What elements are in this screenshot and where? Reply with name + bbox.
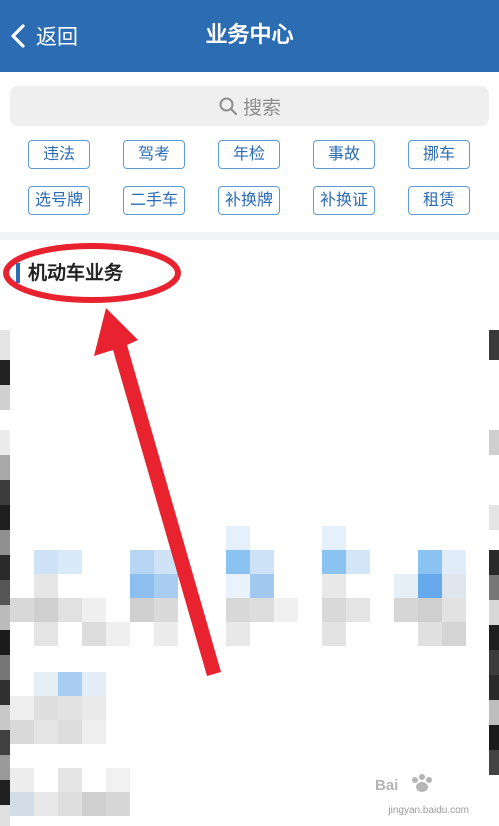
back-button[interactable]: 返回: [8, 20, 78, 52]
chevron-left-icon: [11, 24, 25, 48]
tag-rental[interactable]: 租赁: [408, 186, 470, 215]
search-panel: 搜索 违法 驾考 年检 事故 挪车 选号牌 二手车 补换牌 补换证 租赁: [0, 72, 499, 234]
section-divider: [0, 232, 499, 240]
svg-text:Bai: Bai: [375, 777, 398, 794]
section-title[interactable]: 机动车业务: [28, 258, 123, 288]
tag-replace-plate[interactable]: 补换牌: [218, 186, 280, 215]
tag-violation[interactable]: 违法: [28, 140, 90, 169]
back-label: 返回: [36, 25, 78, 49]
tag-move-car[interactable]: 挪车: [408, 140, 470, 169]
app-header: 返回 业务中心: [0, 0, 499, 72]
tag-used-car[interactable]: 二手车: [123, 186, 185, 215]
page-title: 业务中心: [205, 23, 294, 48]
search-input[interactable]: 搜索: [10, 86, 489, 126]
search-placeholder: 搜索: [242, 96, 281, 119]
blurred-content-area: [0, 300, 499, 826]
tag-replace-license[interactable]: 补换证: [313, 186, 375, 215]
tag-driving-test[interactable]: 驾考: [123, 140, 185, 169]
search-icon: [219, 97, 238, 116]
watermark-url: jingyan.baidu.com: [388, 805, 469, 816]
tag-annual-inspection[interactable]: 年检: [218, 140, 280, 169]
section-accent-bar: [16, 263, 20, 283]
tag-select-plate[interactable]: 选号牌: [28, 186, 90, 215]
tag-accident[interactable]: 事故: [313, 140, 375, 169]
